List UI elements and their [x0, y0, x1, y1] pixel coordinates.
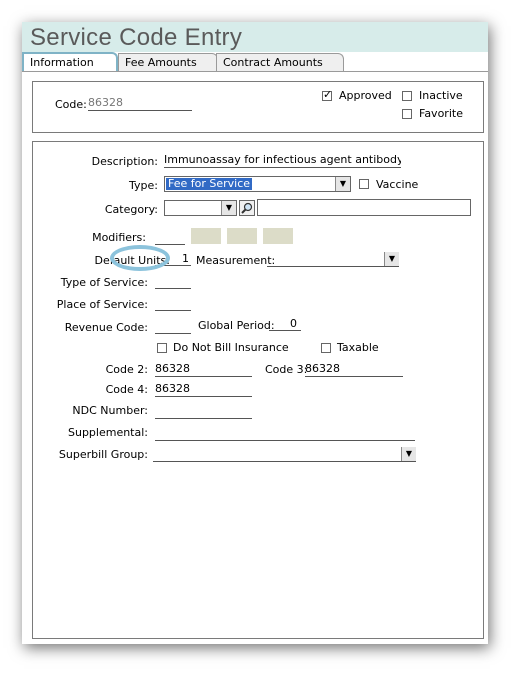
code-4-label: Code 4:: [105, 383, 148, 396]
type-selected-value: Fee for Service: [166, 177, 253, 190]
code-2-field[interactable]: 86328: [155, 362, 252, 377]
magnifier-icon[interactable]: [239, 200, 255, 216]
chevron-down-icon[interactable]: ▼: [401, 447, 416, 461]
category-label: Category:: [104, 203, 158, 216]
modifier-3-field[interactable]: [227, 228, 257, 244]
type-of-service-label: Type of Service:: [60, 276, 148, 289]
category-select[interactable]: ▼: [164, 200, 237, 216]
type-select[interactable]: Fee for Service ▼: [164, 176, 351, 192]
do-not-bill-label: Do Not Bill Insurance: [173, 341, 289, 354]
revenue-code-field[interactable]: [155, 319, 191, 334]
code-4-field[interactable]: 86328: [155, 382, 252, 397]
taxable-checkbox[interactable]: [321, 343, 331, 353]
description-label: Description:: [91, 155, 158, 168]
tab-label: Information: [30, 56, 94, 69]
header-panel: Code: 86328 ✓ Approved Inactive Favorite: [32, 81, 484, 133]
check-icon: ✓: [323, 88, 333, 101]
chevron-down-icon[interactable]: ▼: [335, 177, 350, 191]
modifiers-label: Modifiers:: [92, 231, 146, 244]
favorite-checkbox[interactable]: [402, 109, 412, 119]
tab-information[interactable]: Information: [22, 52, 118, 72]
measurement-select[interactable]: ▼: [267, 252, 399, 267]
taxable-label: Taxable: [337, 341, 379, 354]
global-period-field[interactable]: 0: [269, 317, 301, 331]
type-label: Type:: [129, 179, 158, 192]
service-code-window: Service Code Entry Fee Amounts Contract …: [22, 22, 488, 644]
window-title: Service Code Entry: [30, 24, 243, 51]
chevron-down-icon[interactable]: ▼: [384, 252, 399, 266]
title-bar: Service Code Entry: [22, 22, 488, 52]
tab-label: Contract Amounts: [223, 56, 323, 69]
inactive-checkbox[interactable]: [402, 91, 412, 101]
description-field[interactable]: Immunoassay for infectious agent antibod…: [164, 153, 401, 168]
category-description-field[interactable]: [257, 199, 471, 216]
code-field[interactable]: 86328: [88, 96, 192, 111]
tab-contract-amounts[interactable]: Contract Amounts: [216, 53, 344, 72]
code-2-label: Code 2:: [105, 363, 148, 376]
vaccine-label: Vaccine: [376, 178, 419, 191]
approved-checkbox[interactable]: ✓: [322, 88, 333, 101]
tab-fee-amounts[interactable]: Fee Amounts: [118, 53, 218, 72]
global-period-label: Global Period:: [198, 319, 275, 332]
inactive-label: Inactive: [419, 89, 463, 102]
modifier-1-field[interactable]: [155, 230, 185, 245]
chevron-down-icon[interactable]: ▼: [221, 201, 236, 215]
ndc-number-label: NDC Number:: [72, 404, 148, 417]
code-3-field[interactable]: 86328: [305, 362, 403, 377]
modifier-2-field[interactable]: [191, 228, 221, 244]
modifier-4-field[interactable]: [263, 228, 293, 244]
modifiers-highlight-circle: [110, 245, 170, 271]
tab-divider: [22, 71, 488, 72]
ndc-number-field[interactable]: [155, 404, 252, 419]
details-panel: Description: Immunoassay for infectious …: [32, 141, 484, 639]
superbill-group-select[interactable]: ▼: [153, 447, 416, 462]
measurement-label: Measurement:: [196, 254, 276, 267]
supplemental-field[interactable]: [155, 426, 415, 441]
place-of-service-label: Place of Service:: [56, 298, 148, 311]
supplemental-label: Supplemental:: [67, 426, 148, 439]
favorite-label: Favorite: [419, 107, 463, 120]
place-of-service-field[interactable]: [155, 296, 191, 311]
do-not-bill-checkbox[interactable]: [157, 343, 167, 353]
tab-label: Fee Amounts: [125, 56, 197, 69]
revenue-code-label: Revenue Code:: [64, 321, 148, 334]
code-label: Code:: [55, 98, 87, 111]
type-of-service-field[interactable]: [155, 274, 191, 289]
vaccine-checkbox[interactable]: [359, 179, 369, 189]
superbill-group-label: Superbill Group:: [58, 448, 148, 461]
approved-label: Approved: [339, 89, 392, 102]
code-3-label: Code 3:: [265, 363, 308, 376]
